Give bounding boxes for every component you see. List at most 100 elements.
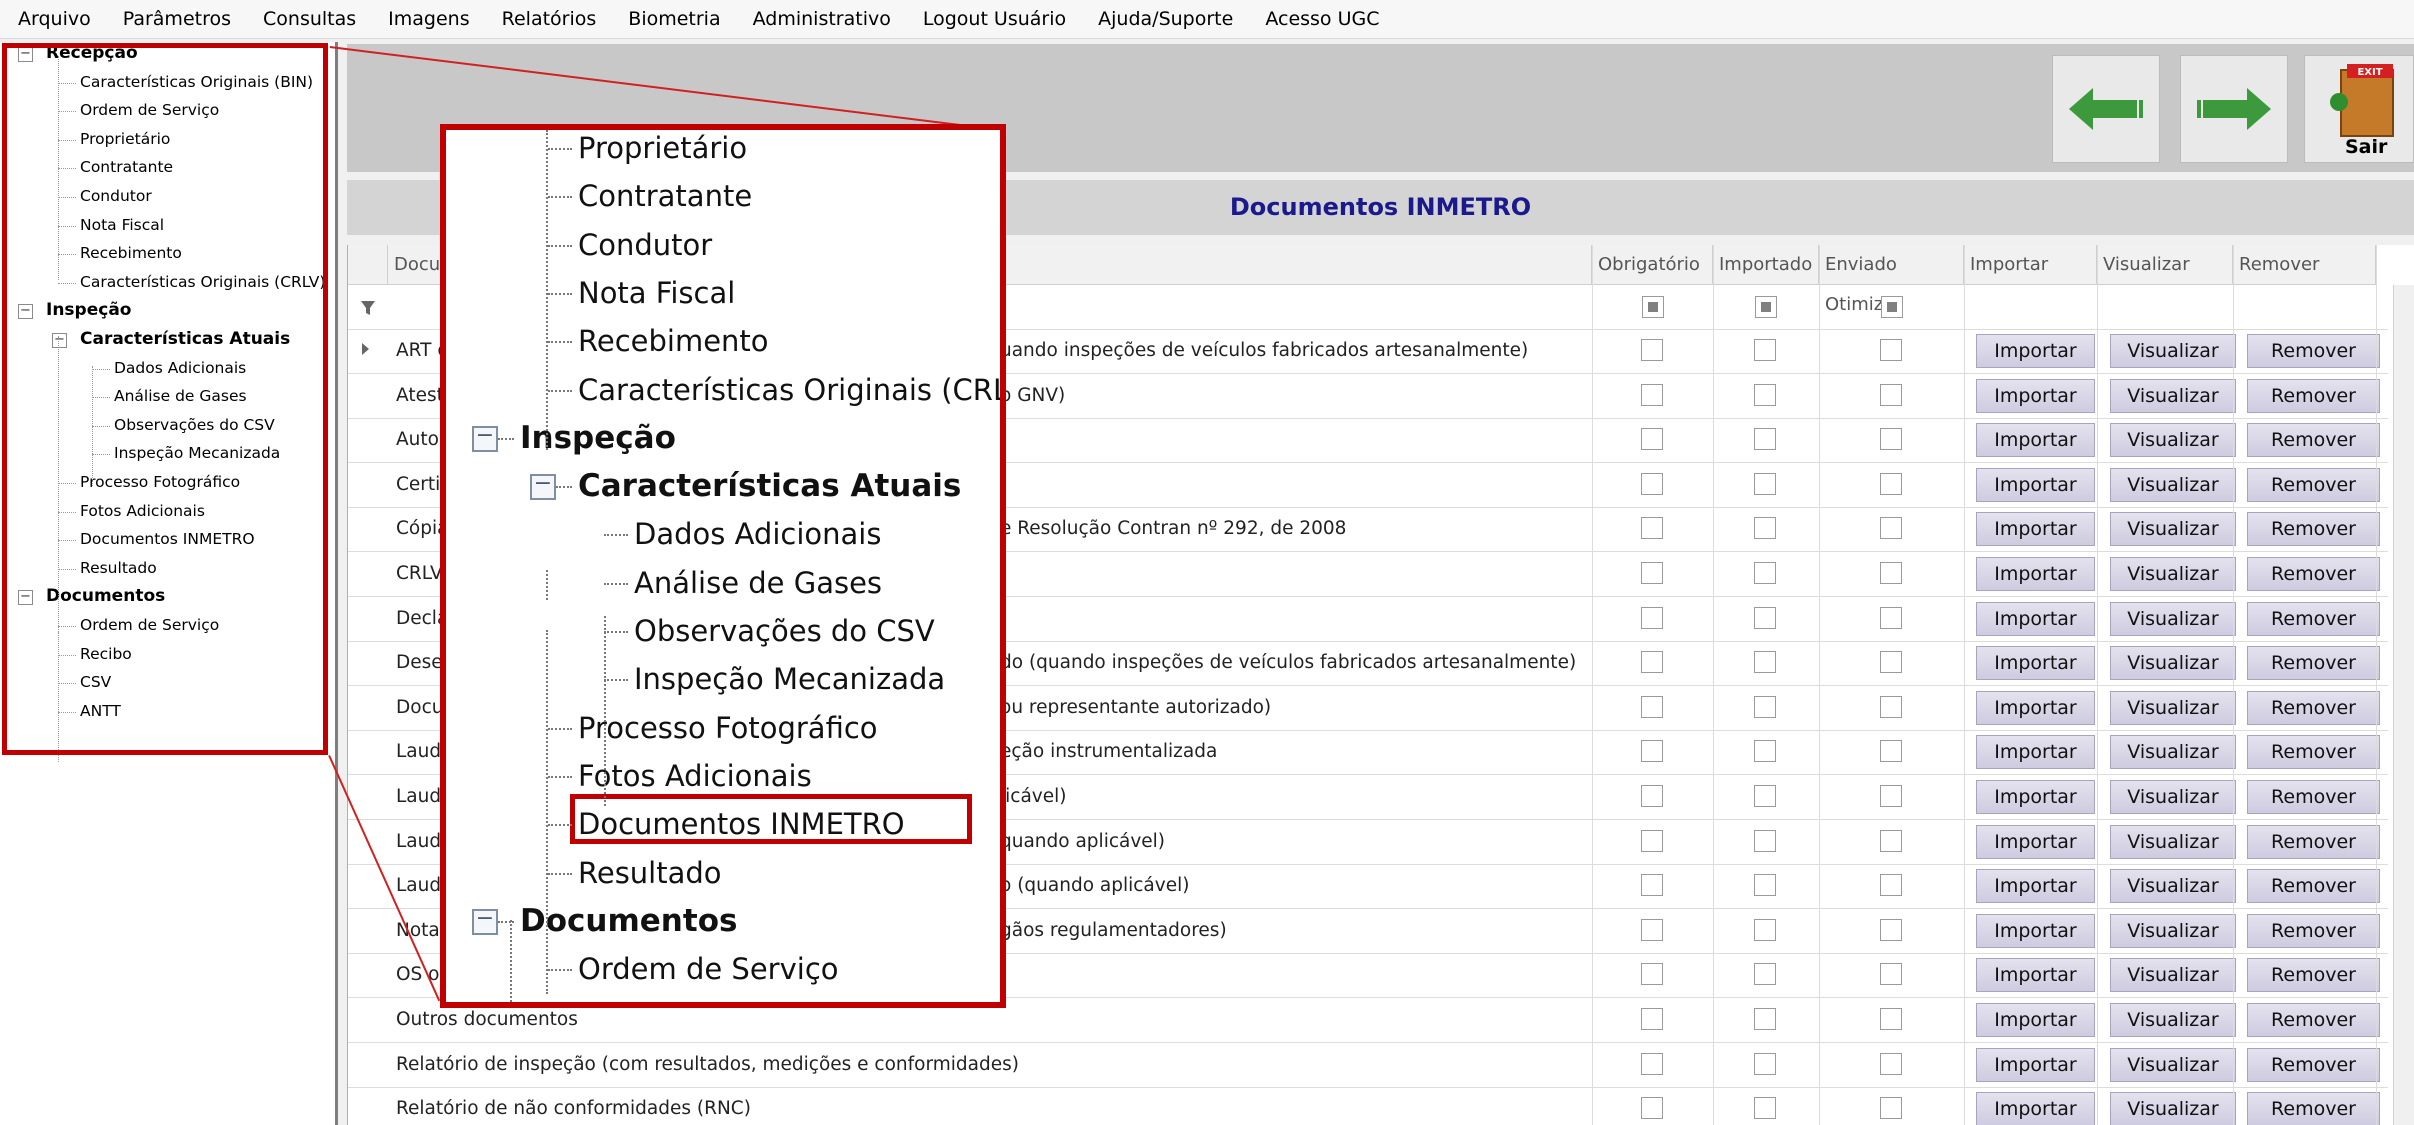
imported-checkbox[interactable] — [1754, 1097, 1776, 1120]
import-button[interactable]: Importar — [1976, 735, 2095, 770]
column-header[interactable]: Visualizar — [2097, 245, 2233, 285]
import-button[interactable]: Importar — [1976, 601, 2095, 636]
mandatory-checkbox[interactable] — [1640, 963, 1663, 986]
sent-optimiza-checkbox[interactable] — [1879, 517, 1902, 540]
import-button[interactable]: Importar — [1976, 913, 2095, 948]
mandatory-checkbox[interactable] — [1640, 562, 1663, 584]
tree-item[interactable]: Nota Fiscal — [80, 214, 164, 236]
tree-item[interactable]: ANTT — [80, 700, 121, 722]
sent-optimiza-checkbox[interactable] — [1879, 695, 1902, 718]
remove-button[interactable]: Remover — [2247, 913, 2380, 948]
forward-button[interactable] — [2180, 55, 2288, 163]
mandatory-checkbox[interactable] — [1640, 1008, 1663, 1030]
column-header[interactable]: Importado — [1713, 245, 1819, 285]
column-header[interactable]: Obrigatório — [1592, 245, 1713, 285]
sent-optimiza-checkbox[interactable] — [1879, 740, 1902, 763]
imported-checkbox[interactable] — [1754, 874, 1776, 897]
view-button[interactable]: Visualizar — [2110, 1092, 2236, 1125]
mandatory-checkbox[interactable] — [1640, 829, 1663, 852]
filter-checkbox[interactable] — [1880, 296, 1903, 318]
tree-item[interactable]: Documentos — [46, 585, 165, 607]
view-button[interactable]: Visualizar — [2110, 913, 2236, 948]
mandatory-checkbox[interactable] — [1640, 383, 1663, 406]
menu-item[interactable]: Acesso UGC — [1249, 0, 1395, 38]
import-button[interactable]: Importar — [1976, 1003, 2095, 1037]
tree-collapse-icon[interactable]: − — [18, 590, 33, 606]
remove-button[interactable]: Remover — [2247, 601, 2380, 636]
sent-optimiza-checkbox[interactable] — [1879, 339, 1902, 361]
remove-button[interactable]: Remover — [2247, 780, 2380, 814]
tree-item[interactable]: Recibo — [80, 643, 132, 665]
imported-checkbox[interactable] — [1754, 918, 1776, 941]
sent-optimiza-checkbox[interactable] — [1879, 606, 1902, 629]
remove-button[interactable]: Remover — [2247, 1092, 2380, 1125]
import-button[interactable]: Importar — [1976, 869, 2095, 904]
view-button[interactable]: Visualizar — [2110, 512, 2236, 547]
sent-optimiza-checkbox[interactable] — [1879, 1008, 1902, 1030]
tree-collapse-icon[interactable]: − — [530, 473, 556, 501]
menu-item[interactable]: Logout Usuário — [907, 0, 1082, 38]
remove-button[interactable]: Remover — [2247, 735, 2380, 770]
view-button[interactable]: Visualizar — [2110, 958, 2236, 993]
column-header[interactable]: Importar — [1964, 245, 2097, 285]
tree-collapse-icon[interactable]: − — [18, 304, 33, 320]
sent-optimiza-checkbox[interactable] — [1879, 562, 1902, 584]
remove-button[interactable]: Remover — [2247, 1047, 2380, 1082]
remove-button[interactable]: Remover — [2247, 467, 2380, 502]
tree-item[interactable]: Ordem de Serviço — [80, 99, 219, 121]
remove-button[interactable]: Remover — [2247, 557, 2380, 591]
tree-item[interactable]: Contratante — [80, 156, 173, 178]
view-button[interactable]: Visualizar — [2110, 1003, 2236, 1037]
sent-optimiza-checkbox[interactable] — [1879, 829, 1902, 852]
menu-item[interactable]: Biometria — [612, 0, 736, 38]
remove-button[interactable]: Remover — [2247, 1003, 2380, 1037]
view-button[interactable]: Visualizar — [2110, 467, 2236, 502]
imported-checkbox[interactable] — [1754, 963, 1776, 986]
imported-checkbox[interactable] — [1754, 472, 1776, 495]
view-button[interactable]: Visualizar — [2110, 824, 2236, 859]
sent-optimiza-checkbox[interactable] — [1879, 1052, 1902, 1075]
column-header[interactable]: Remover — [2233, 245, 2376, 285]
tree-item[interactable]: Fotos Adicionais — [80, 500, 205, 522]
grid-scrollbar[interactable] — [2393, 285, 2414, 1125]
tree-collapse-icon[interactable]: − — [18, 47, 33, 62]
tree-item[interactable]: Documentos INMETRO — [80, 528, 255, 550]
import-button[interactable]: Importar — [1976, 646, 2095, 681]
imported-checkbox[interactable] — [1754, 651, 1776, 674]
filter-icon[interactable] — [348, 285, 388, 329]
remove-button[interactable]: Remover — [2247, 690, 2380, 725]
view-button[interactable]: Visualizar — [2110, 869, 2236, 904]
view-button[interactable]: Visualizar — [2110, 1047, 2236, 1082]
mandatory-checkbox[interactable] — [1640, 740, 1663, 763]
view-button[interactable]: Visualizar — [2110, 690, 2236, 725]
tree-item[interactable]: Inspeção Mecanizada — [114, 442, 280, 464]
import-button[interactable]: Importar — [1976, 824, 2095, 859]
import-button[interactable]: Importar — [1976, 467, 2095, 502]
tree-item[interactable]: CSV — [80, 671, 111, 693]
mandatory-checkbox[interactable] — [1640, 428, 1663, 451]
import-button[interactable]: Importar — [1976, 1047, 2095, 1082]
mandatory-checkbox[interactable] — [1640, 874, 1663, 897]
tree-item[interactable]: Recebimento — [80, 242, 182, 264]
import-button[interactable]: Importar — [1976, 557, 2095, 591]
import-button[interactable]: Importar — [1976, 334, 2095, 368]
tree-item[interactable]: Inspeção — [46, 299, 131, 321]
sent-optimiza-checkbox[interactable] — [1879, 1097, 1902, 1120]
tree-collapse-icon[interactable]: − — [472, 907, 498, 935]
view-button[interactable]: Visualizar — [2110, 735, 2236, 770]
menu-item[interactable]: Consultas — [247, 0, 372, 38]
menu-item[interactable]: Administrativo — [737, 0, 907, 38]
tree-item[interactable]: Processo Fotográfico — [80, 471, 240, 493]
menu-item[interactable]: Ajuda/Suporte — [1082, 0, 1249, 38]
remove-button[interactable]: Remover — [2247, 334, 2380, 368]
sent-optimiza-checkbox[interactable] — [1879, 785, 1902, 807]
remove-button[interactable]: Remover — [2247, 423, 2380, 458]
sent-optimiza-checkbox[interactable] — [1879, 874, 1902, 897]
view-button[interactable]: Visualizar — [2110, 378, 2236, 413]
mandatory-checkbox[interactable] — [1640, 651, 1663, 674]
tree-collapse-icon[interactable]: − — [52, 333, 67, 348]
import-button[interactable]: Importar — [1976, 423, 2095, 458]
back-button[interactable] — [2052, 55, 2160, 163]
remove-button[interactable]: Remover — [2247, 869, 2380, 904]
tree-item[interactable]: Características Atuais — [80, 328, 290, 350]
